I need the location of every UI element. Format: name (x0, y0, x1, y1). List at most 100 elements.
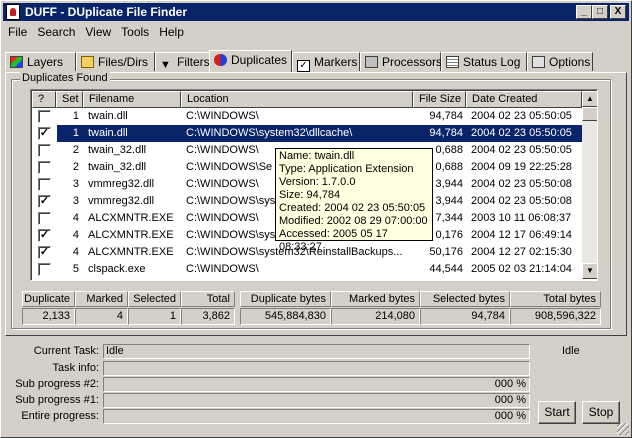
row-set: 1 (72, 127, 79, 139)
start-button[interactable]: Start (538, 401, 576, 424)
row-checkbox[interactable] (32, 159, 56, 176)
row-checkbox[interactable]: ✓ (32, 244, 56, 261)
maximize-button[interactable]: □ (592, 5, 608, 19)
menu-file[interactable]: File (3, 23, 32, 41)
tooltip-size: Size: 94,784 (279, 189, 341, 201)
checkbox-icon[interactable] (38, 161, 51, 174)
options-icon (532, 56, 545, 68)
checkbox-icon[interactable]: ✓ (38, 246, 51, 259)
col-check-header[interactable]: ? (32, 91, 56, 108)
checkbox-icon[interactable]: ✓ (38, 127, 51, 140)
marked-bytes-value: 214,080 (331, 308, 420, 325)
tab-files-dirs[interactable]: Files/Dirs (76, 52, 155, 71)
checkbox-icon[interactable]: ✓ (38, 229, 51, 242)
total-bytes-value: 908,596,322 (510, 308, 601, 325)
menu-help[interactable]: Help (154, 23, 189, 41)
close-button[interactable]: X (610, 5, 626, 19)
menu-search[interactable]: Search (32, 23, 80, 41)
checkbox-icon[interactable]: ✓ (38, 195, 51, 208)
resize-grip[interactable] (617, 423, 629, 435)
row-checkbox[interactable]: ✓ (32, 125, 56, 142)
tab-status-log[interactable]: Status Log (441, 52, 527, 71)
file-info-tooltip: Name: twain.dll Type: Application Extens… (275, 148, 433, 253)
tab-options[interactable]: Options (527, 52, 593, 71)
app-icon (6, 4, 20, 20)
row-date: 2004 02 23 05:50:08 (471, 195, 572, 207)
scroll-thumb[interactable] (582, 107, 597, 121)
selected-bytes-header: Selected bytes (420, 291, 510, 307)
tab-processors[interactable]: Processors (360, 52, 442, 71)
row-date: 2004 02 23 05:50:05 (471, 144, 572, 156)
row-date: 2003 10 11 06:08:37 (471, 212, 572, 224)
tooltip-version: Version: 1.7.0.0 (279, 176, 356, 188)
selected-count-value: 1 (128, 308, 181, 325)
tab-filters[interactable]: ▼ Filters (155, 52, 210, 71)
row-filename: ALCXMNTR.EXE (88, 212, 174, 224)
scroll-down-icon[interactable]: ▼ (582, 263, 597, 279)
row-checkbox[interactable]: ✓ (32, 193, 56, 210)
row-date: 2004 02 23 05:50:08 (471, 178, 572, 190)
col-location-header[interactable]: Location (181, 91, 413, 108)
sub-progress-1-label: Sub progress #1: (15, 394, 99, 406)
list-header: ? Set Filename Location File Size Date C… (32, 91, 582, 108)
col-filesize-header[interactable]: File Size (413, 91, 466, 108)
row-filename: twain_32.dll (88, 144, 147, 156)
task-info-label: Task info: (52, 362, 99, 374)
row-checkbox[interactable] (32, 142, 56, 159)
menu-view[interactable]: View (80, 23, 116, 41)
row-date: 2004 02 23 05:50:05 (471, 110, 572, 122)
row-checkbox[interactable] (32, 108, 56, 125)
vertical-scrollbar[interactable]: ▲ ▼ (582, 91, 597, 279)
row-checkbox[interactable] (32, 261, 56, 278)
task-info-field (103, 361, 530, 376)
current-task-field: Idle (103, 344, 530, 359)
tab-markers[interactable]: ✓ Markers (292, 52, 360, 72)
checkbox-icon[interactable] (38, 178, 51, 191)
checkbox-icon[interactable] (38, 144, 51, 157)
row-set: 2 (72, 161, 79, 173)
marked-count-header: Marked (75, 291, 128, 307)
tab-layers[interactable]: Layers (5, 52, 76, 71)
group-title: Duplicates Found (20, 72, 110, 84)
tab-duplicates[interactable]: Duplicates (209, 50, 292, 72)
col-date-header[interactable]: Date Created (466, 91, 582, 108)
row-set: 2 (72, 144, 79, 156)
scroll-up-icon[interactable]: ▲ (582, 91, 597, 107)
table-row[interactable]: 5 clspack.exe C:\WINDOWS\ 44,544 2005 02 03 … (32, 261, 582, 278)
duplicate-bytes-header: Duplicate bytes (240, 291, 331, 307)
col-set-header[interactable]: Set (56, 91, 83, 108)
table-row[interactable]: 1 twain.dll C:\WINDOWS\ 94,784 2004 02 23 05… (32, 108, 582, 125)
row-location: C:\WINDOWS\ (186, 263, 259, 275)
row-filesize: 94,784 (429, 110, 463, 122)
menu-tools[interactable]: Tools (116, 23, 154, 41)
checkbox-icon[interactable] (38, 110, 51, 123)
checkbox-icon[interactable] (38, 263, 51, 276)
checkbox-icon[interactable] (38, 212, 51, 225)
row-filename: twain.dll (88, 127, 128, 139)
selected-count-header: Selected (128, 291, 181, 307)
row-filename: vmmreg32.dll (88, 178, 155, 190)
count-stats: Duplicate Marked Selected Total 2,133 4 … (22, 291, 235, 325)
marked-bytes-header: Marked bytes (331, 291, 420, 307)
row-location: C:\WINDOWS\system32\dllcache\ (186, 127, 353, 139)
title-bar[interactable]: DUFF - DUplicate File Finder _ □ X (3, 3, 629, 21)
selected-bytes-value: 94,784 (420, 308, 510, 325)
byte-stats: Duplicate bytes Marked bytes Selected by… (240, 291, 601, 325)
row-checkbox[interactable]: ✓ (32, 227, 56, 244)
checkbox-icon: ✓ (297, 60, 310, 72)
entire-progress-label: Entire progress: (21, 410, 99, 422)
row-set: 3 (72, 178, 79, 190)
row-set: 4 (72, 212, 79, 224)
duplicates-icon (214, 54, 227, 66)
col-filename-header[interactable]: Filename (83, 91, 181, 108)
stop-button[interactable]: Stop (582, 401, 620, 424)
row-filename: ALCXMNTR.EXE (88, 229, 174, 241)
entire-progress-bar: 000 % (103, 409, 530, 424)
row-checkbox[interactable] (32, 176, 56, 193)
minimize-button[interactable]: _ (576, 5, 592, 19)
row-checkbox[interactable] (32, 210, 56, 227)
tooltip-type: Type: Application Extension (279, 163, 414, 175)
row-filename: ALCXMNTR.EXE (88, 246, 174, 258)
main-window: DUFF - DUplicate File Finder _ □ X File S… (0, 0, 632, 438)
table-row[interactable]: ✓ 1 twain.dll C:\WINDOWS\system32\dllcache\… (32, 125, 582, 142)
